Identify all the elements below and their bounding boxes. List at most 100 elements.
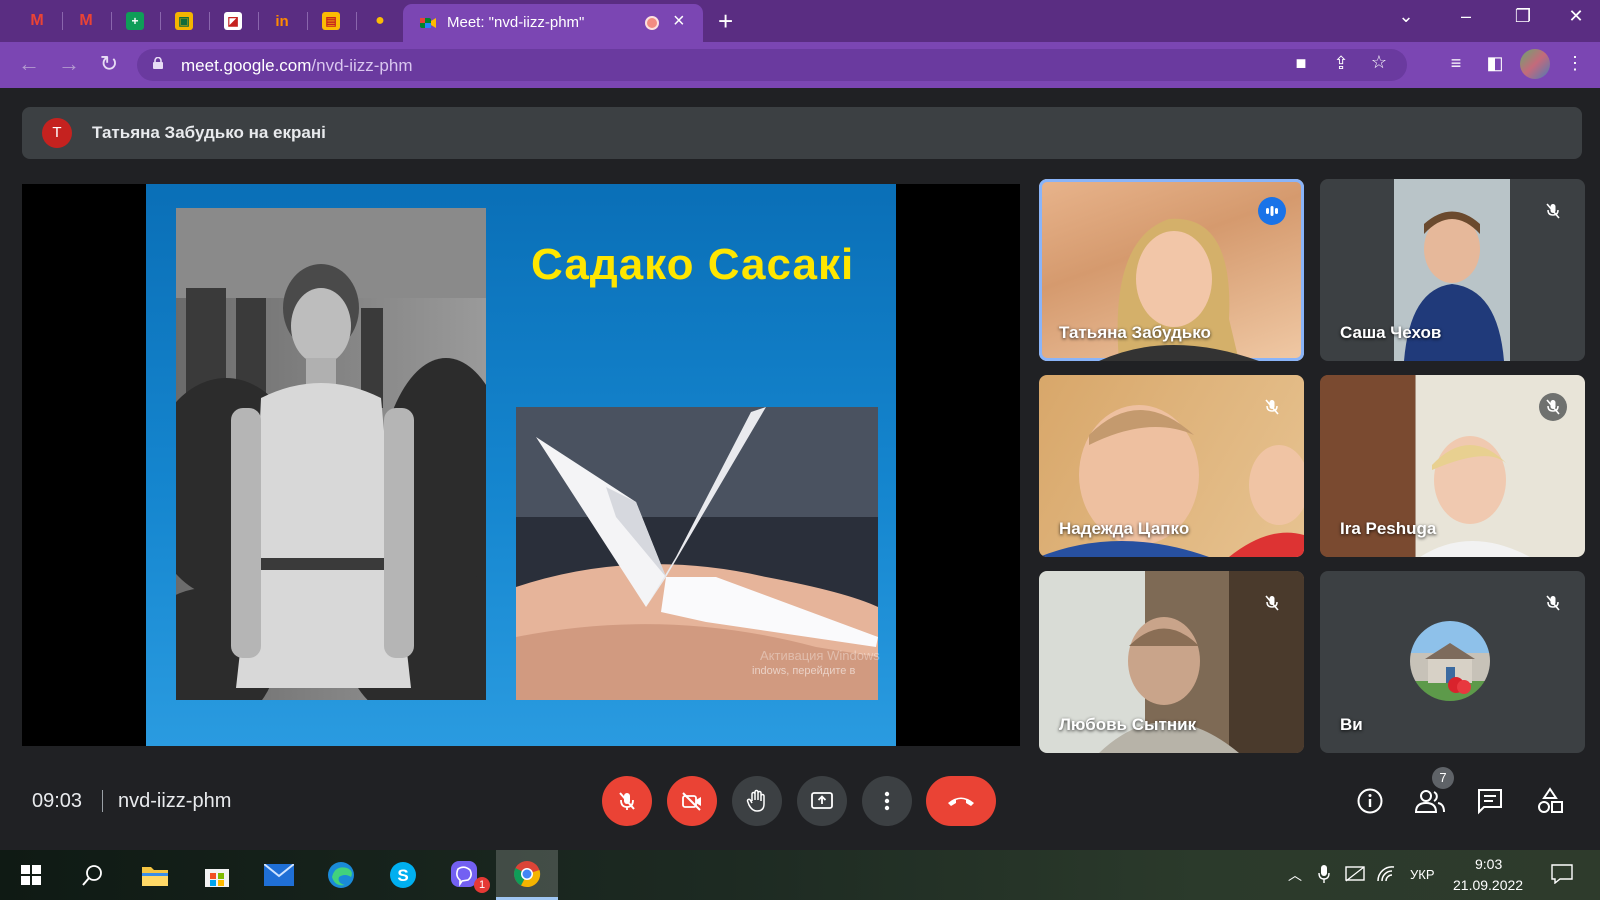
mic-muted-icon bbox=[1258, 589, 1286, 617]
taskbar-time[interactable]: 9:03 bbox=[1475, 856, 1502, 872]
taskbar-search-button[interactable] bbox=[62, 850, 124, 900]
profile-avatar[interactable] bbox=[1520, 49, 1550, 79]
taskbar-file-explorer[interactable] bbox=[124, 850, 186, 900]
close-tab-icon[interactable]: × bbox=[673, 10, 685, 33]
info-icon bbox=[1357, 788, 1383, 814]
recording-indicator-icon bbox=[645, 16, 659, 30]
presenting-banner: T Татьяна Забудько на екрані bbox=[22, 107, 1582, 159]
speaking-indicator-icon bbox=[1258, 197, 1286, 225]
skype-icon: S bbox=[390, 862, 416, 888]
meeting-clock: 09:03 bbox=[32, 790, 83, 812]
search-icon bbox=[82, 865, 102, 886]
present-icon bbox=[811, 792, 833, 809]
pinned-tab-gmail[interactable]: M bbox=[13, 6, 61, 36]
taskbar-date[interactable]: 21.09.2022 bbox=[1453, 877, 1523, 893]
pinned-tab-image[interactable]: ◪ bbox=[209, 6, 257, 36]
presentation-slide: Садако Сасакі Активация Windows bbox=[146, 184, 896, 746]
participant-tile[interactable]: Любовь Сытник bbox=[1039, 571, 1304, 753]
windows-logo-icon bbox=[21, 865, 41, 885]
taskbar-edge[interactable] bbox=[310, 850, 372, 900]
participant-name: Ira Peshuga bbox=[1340, 519, 1437, 538]
participant-name: Ви bbox=[1340, 715, 1363, 734]
start-button[interactable] bbox=[0, 850, 62, 900]
input-language[interactable]: УКР bbox=[1410, 867, 1435, 882]
meeting-details-button[interactable] bbox=[1354, 785, 1386, 817]
shared-screen: Садако Сасакі Активация Windows indows, … bbox=[22, 184, 1020, 746]
chat-button[interactable] bbox=[1474, 785, 1506, 817]
participant-name: Надежда Цапко bbox=[1059, 519, 1190, 538]
pinned-tab-gmail-2[interactable]: M bbox=[62, 6, 110, 36]
participant-tile[interactable]: Саша Чехов bbox=[1320, 179, 1585, 361]
mic-muted-icon bbox=[1258, 393, 1286, 421]
participant-tile-self[interactable]: Ви bbox=[1320, 571, 1585, 753]
bookmark-star-icon[interactable]: ☆ bbox=[1367, 52, 1391, 76]
pinned-tab-classroom[interactable]: ▣ bbox=[160, 6, 208, 36]
address-bar[interactable]: meet.google.com/nvd-iizz-phm ■ ⇪ ☆ bbox=[137, 49, 1407, 81]
leave-call-button[interactable] bbox=[926, 776, 996, 826]
pinned-tab-folder[interactable]: ▤ bbox=[307, 6, 355, 36]
mic-muted-icon bbox=[1539, 393, 1567, 421]
presenter-text: Татьяна Забудько на екрані bbox=[92, 123, 326, 142]
forward-button[interactable]: → bbox=[54, 51, 84, 77]
meeting-code: nvd-iizz-phm bbox=[118, 790, 232, 812]
show-hidden-icons-chevron-icon[interactable]: ︿ bbox=[1288, 865, 1302, 885]
meet-icon bbox=[420, 18, 436, 28]
slide-title: Садако Сасакі bbox=[531, 240, 855, 289]
taskbar-viber[interactable]: 1 bbox=[434, 850, 496, 900]
participant-count-badge: 7 bbox=[1432, 767, 1454, 789]
hang-up-icon bbox=[948, 797, 974, 806]
pinned-tab-sheets[interactable]: + bbox=[111, 6, 159, 36]
gmail-icon: M bbox=[30, 12, 44, 29]
sheets-icon: + bbox=[126, 12, 144, 30]
participant-tile[interactable]: Татьяна Забудько bbox=[1039, 179, 1304, 361]
mic-off-icon bbox=[619, 792, 635, 810]
menu-kebab-icon[interactable]: ⋮ bbox=[1563, 53, 1587, 77]
network-icon[interactable] bbox=[1345, 865, 1365, 886]
people-icon bbox=[1415, 790, 1445, 813]
restore-window-button[interactable]: ❐ bbox=[1503, 6, 1543, 27]
raise-hand-button[interactable] bbox=[732, 776, 782, 826]
present-screen-button[interactable] bbox=[797, 776, 847, 826]
pinned-tab-keep[interactable]: ● bbox=[356, 6, 404, 36]
participant-name: Саша Чехов bbox=[1340, 323, 1442, 342]
toggle-camera-button[interactable] bbox=[667, 776, 717, 826]
back-button[interactable]: ← bbox=[14, 51, 44, 77]
toggle-microphone-button[interactable] bbox=[602, 776, 652, 826]
participant-tile[interactable]: Ira Peshuga bbox=[1320, 375, 1585, 557]
avatar bbox=[1410, 621, 1490, 701]
activities-button[interactable] bbox=[1534, 785, 1566, 817]
media-control-icon[interactable]: ≡ bbox=[1444, 53, 1468, 77]
new-tab-button[interactable]: + bbox=[718, 6, 733, 37]
participant-name: Татьяна Забудько bbox=[1059, 323, 1211, 342]
store-icon bbox=[205, 869, 229, 887]
tab-title: Meet: "nvd-iizz-phm" bbox=[447, 14, 585, 31]
close-window-button[interactable]: ✕ bbox=[1556, 6, 1596, 27]
minimize-window-button[interactable]: – bbox=[1446, 6, 1486, 27]
microphone-icon[interactable] bbox=[1318, 865, 1330, 886]
folder-icon: ▤ bbox=[322, 12, 340, 30]
reload-button[interactable]: ↻ bbox=[94, 51, 124, 77]
svg-text:S: S bbox=[397, 866, 408, 885]
browser-toolbar: ← → ↻ meet.google.com/nvd-iizz-phm ■ ⇪ ☆… bbox=[0, 42, 1600, 88]
taskbar-microsoft-store[interactable] bbox=[186, 850, 248, 900]
taskbar-chrome[interactable] bbox=[496, 850, 558, 900]
taskbar-mail[interactable] bbox=[248, 850, 310, 900]
taskbar-skype[interactable]: S bbox=[372, 850, 434, 900]
more-options-button[interactable] bbox=[862, 776, 912, 826]
tab-meet[interactable]: Meet: "nvd-iizz-phm" × bbox=[403, 4, 703, 42]
wifi-icon[interactable] bbox=[1376, 865, 1396, 886]
tab-search-icon[interactable]: ⌄ bbox=[1386, 6, 1426, 27]
participant-tile[interactable]: Надежда Цапко bbox=[1039, 375, 1304, 557]
folder-icon bbox=[142, 867, 168, 886]
bulb-icon: ● bbox=[375, 12, 385, 29]
chrome-icon bbox=[514, 860, 541, 887]
notifications-icon[interactable] bbox=[1551, 864, 1573, 887]
windows-taskbar: S 1 ︿ УКР 9:03 21.09.2022 bbox=[0, 850, 1600, 900]
camera-in-use-icon[interactable]: ■ bbox=[1289, 53, 1313, 77]
side-panel-icon[interactable]: ◧ bbox=[1483, 53, 1507, 77]
pinned-tab-invision[interactable]: in bbox=[258, 6, 306, 36]
edge-icon bbox=[328, 862, 354, 888]
share-icon[interactable]: ⇪ bbox=[1329, 53, 1353, 77]
people-button[interactable] bbox=[1414, 785, 1446, 817]
divider bbox=[102, 790, 103, 812]
